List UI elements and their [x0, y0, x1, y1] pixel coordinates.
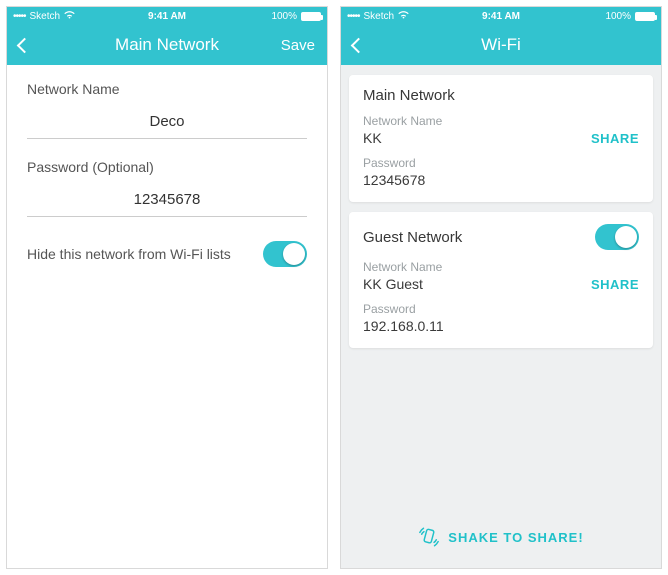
guest-network-toggle[interactable] — [595, 224, 639, 250]
clock-label: 9:41 AM — [450, 11, 553, 22]
back-button[interactable] — [353, 40, 397, 51]
share-button[interactable]: SHARE — [591, 277, 639, 292]
password-label: Password (Optional) — [27, 159, 307, 175]
chevron-left-icon — [17, 37, 33, 53]
card-title: Guest Network — [363, 229, 462, 246]
password-label: Password — [363, 156, 425, 170]
phone-wifi: ••••• Sketch 9:41 AM 100% Wi-Fi Main Net… — [340, 6, 662, 569]
carrier-label: Sketch — [30, 11, 61, 22]
main-network-card: Main Network Network Name KK SHARE Passw… — [349, 75, 653, 202]
network-name-value: KK — [363, 130, 442, 146]
toggle-knob-icon — [615, 226, 637, 248]
hide-network-toggle[interactable] — [263, 241, 307, 267]
network-name-input[interactable]: Deco — [27, 107, 307, 139]
shake-phone-icon — [418, 526, 440, 548]
battery-pct-label: 100% — [605, 11, 631, 22]
toggle-knob-icon — [283, 243, 305, 265]
status-bar: ••••• Sketch 9:41 AM 100% — [7, 7, 327, 25]
phone-main-network: ••••• Sketch 9:41 AM 100% Main Network S… — [6, 6, 328, 569]
network-name-label: Network Name — [363, 114, 442, 128]
chevron-left-icon — [351, 37, 367, 53]
nav-bar: Main Network Save — [7, 25, 327, 65]
hide-network-label: Hide this network from Wi-Fi lists — [27, 246, 231, 262]
wifi-icon — [64, 10, 75, 22]
signal-dots-icon: ••••• — [347, 11, 360, 22]
page-title: Wi-Fi — [397, 35, 605, 55]
clock-label: 9:41 AM — [116, 11, 219, 22]
shake-label: SHAKE TO SHARE! — [448, 530, 583, 545]
network-name-label: Network Name — [27, 81, 307, 97]
password-label: Password — [363, 302, 444, 316]
back-button[interactable] — [19, 40, 63, 51]
wifi-icon — [398, 10, 409, 22]
card-title: Main Network — [363, 87, 455, 104]
password-value: 12345678 — [363, 172, 425, 188]
network-name-label: Network Name — [363, 260, 442, 274]
password-value: 192.168.0.11 — [363, 318, 444, 334]
nav-bar: Wi-Fi — [341, 25, 661, 65]
save-button[interactable]: Save — [271, 37, 315, 54]
battery-icon — [301, 12, 321, 21]
status-bar: ••••• Sketch 9:41 AM 100% — [341, 7, 661, 25]
battery-icon — [635, 12, 655, 21]
network-name-value: KK Guest — [363, 276, 442, 292]
shake-to-share-button[interactable]: SHAKE TO SHARE! — [349, 508, 653, 568]
page-title: Main Network — [63, 35, 271, 55]
guest-network-card: Guest Network Network Name KK Guest SHAR… — [349, 212, 653, 348]
battery-pct-label: 100% — [271, 11, 297, 22]
carrier-label: Sketch — [364, 11, 395, 22]
password-input[interactable]: 12345678 — [27, 185, 307, 217]
signal-dots-icon: ••••• — [13, 11, 26, 22]
share-button[interactable]: SHARE — [591, 131, 639, 146]
